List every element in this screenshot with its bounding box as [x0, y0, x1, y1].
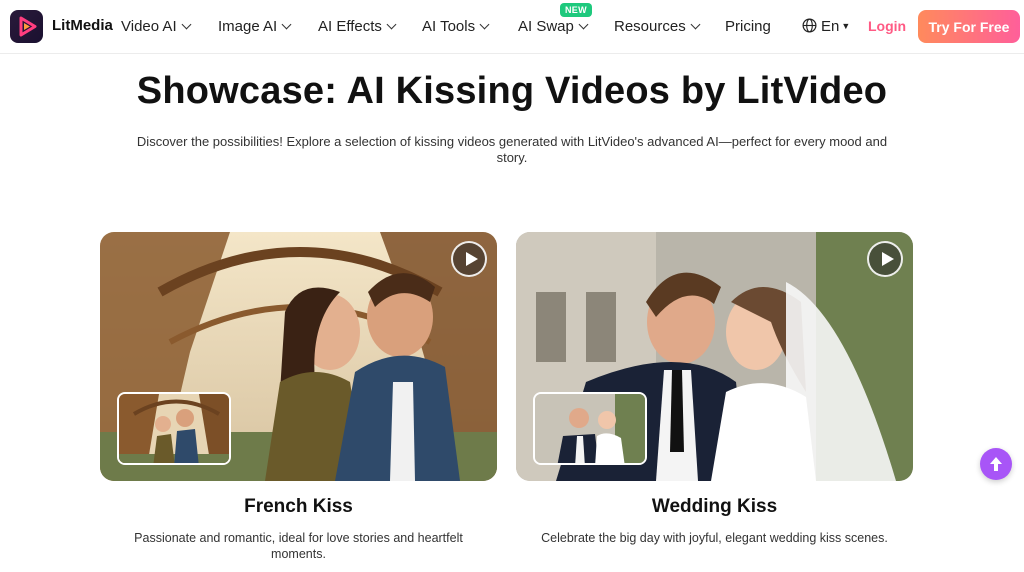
page-subtitle: Discover the possibilities! Explore a se…: [136, 134, 888, 165]
arrow-up-icon: [990, 457, 1002, 471]
litmedia-logo-icon[interactable]: [10, 10, 43, 43]
top-navbar: LitMedia Video AI Image AI AI Effects AI…: [0, 0, 1024, 54]
video-preview[interactable]: [100, 232, 497, 481]
nav-item-label: AI Effects: [318, 18, 382, 35]
nav-item-image-ai[interactable]: Image AI: [218, 18, 292, 35]
nav-item-label: Image AI: [218, 18, 278, 35]
nav-item-ai-tools[interactable]: AI Tools: [422, 18, 490, 35]
nav-item-ai-effects[interactable]: AI Effects: [318, 18, 397, 35]
play-icon[interactable]: [451, 241, 487, 277]
showcase-card-french-kiss[interactable]: French Kiss Passionate and romantic, ide…: [100, 232, 497, 562]
nav-item-ai-swap[interactable]: AI Swap: [518, 18, 589, 35]
nav-item-video-ai[interactable]: Video AI: [121, 18, 192, 35]
card-title: Wedding Kiss: [651, 496, 778, 517]
nav-item-label: AI Tools: [422, 18, 476, 35]
try-for-free-button[interactable]: Try For Free: [918, 10, 1020, 43]
nav-item-pricing[interactable]: Pricing: [725, 18, 771, 35]
thumbnail-image: [117, 392, 231, 465]
page-title: Showcase: AI Kissing Videos by LitVideo: [136, 70, 888, 112]
card-title: French Kiss: [244, 496, 353, 517]
thumbnail-image: [533, 392, 647, 465]
scroll-to-top-button[interactable]: [980, 448, 1012, 480]
card-description: Celebrate the big day with joyful, elega…: [541, 531, 888, 545]
nav-item-label: Resources: [614, 18, 686, 35]
language-selector[interactable]: En ▼: [802, 18, 850, 35]
new-badge: NEW: [560, 3, 592, 17]
language-label: En: [821, 18, 840, 35]
caret-down-icon: ▼: [841, 21, 851, 31]
card-description: Passionate and romantic, ideal for love …: [134, 531, 463, 561]
login-link[interactable]: Login: [868, 18, 906, 34]
chevron-down-icon: [281, 19, 292, 30]
brand-name[interactable]: LitMedia: [52, 17, 113, 34]
chevron-down-icon: [181, 19, 192, 30]
play-icon[interactable]: [867, 241, 903, 277]
nav-item-label: AI Swap: [518, 18, 574, 35]
chevron-down-icon: [578, 19, 589, 30]
chevron-down-icon: [479, 19, 490, 30]
chevron-down-icon: [690, 19, 701, 30]
showcase-card-wedding-kiss[interactable]: Wedding Kiss Celebrate the big day with …: [516, 232, 913, 546]
chevron-down-icon: [386, 19, 397, 30]
globe-icon: [802, 18, 817, 33]
nav-item-label: Pricing: [725, 18, 771, 35]
nav-item-resources[interactable]: Resources: [614, 18, 701, 35]
video-preview[interactable]: [516, 232, 913, 481]
nav-item-label: Video AI: [121, 18, 177, 35]
